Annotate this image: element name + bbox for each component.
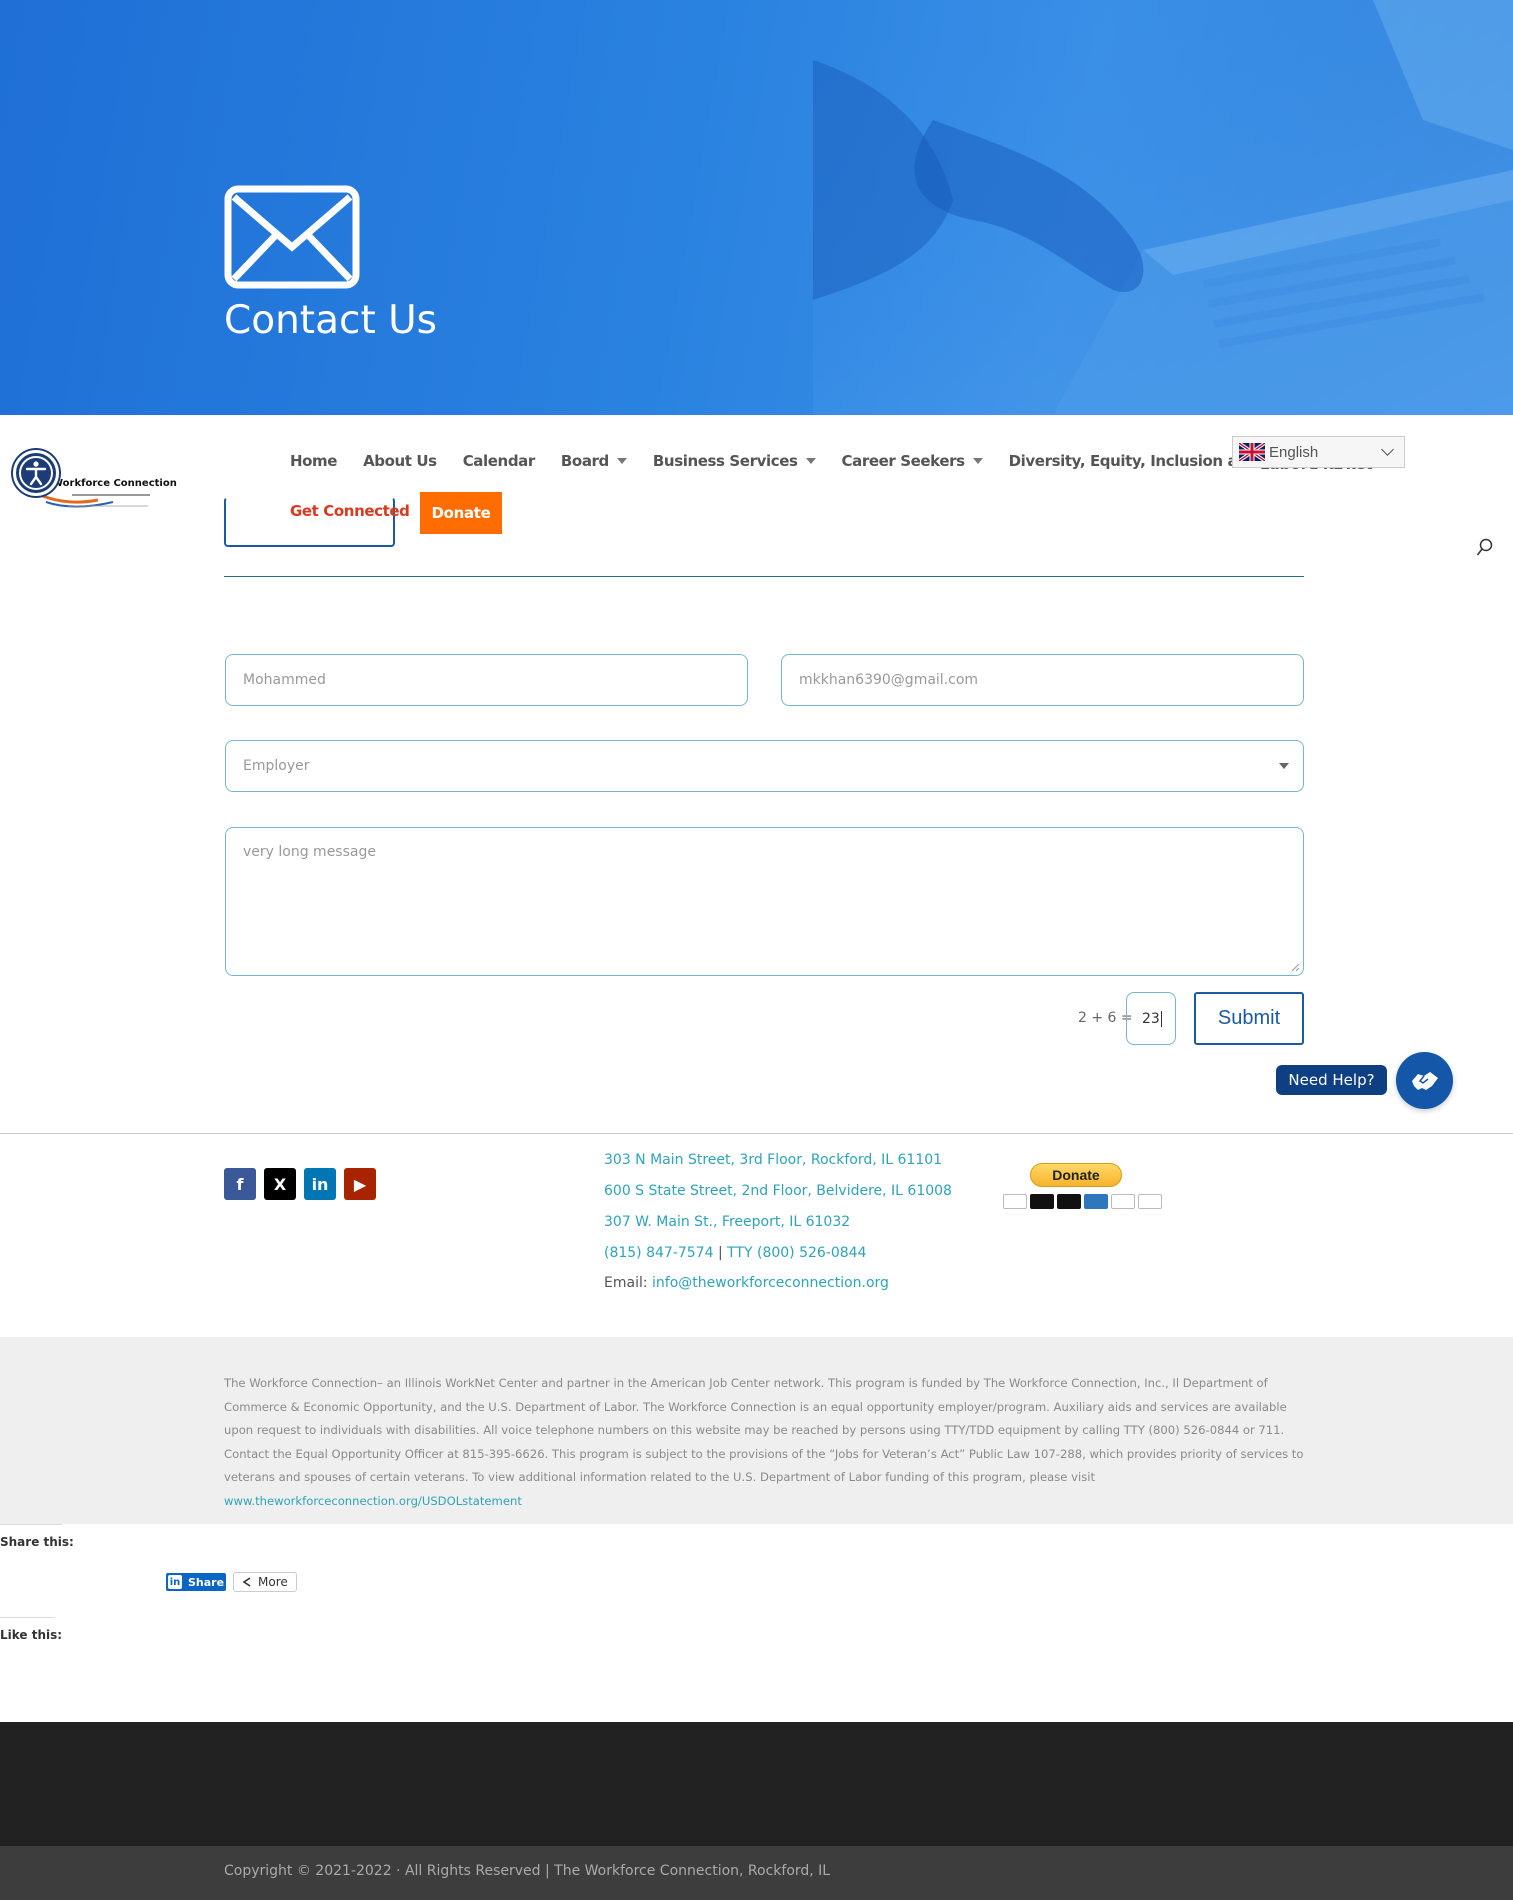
- nav-label: Business Services: [652, 452, 798, 470]
- submit-button[interactable]: Submit: [1194, 992, 1304, 1045]
- main-nav: Home About Us Calendar Board Business Se…: [290, 452, 1370, 470]
- help-chat-button[interactable]: [1396, 1052, 1453, 1109]
- notice-text: The Workforce Connection– an Illinois Wo…: [224, 1372, 1309, 1514]
- accessibility-icon[interactable]: [13, 450, 59, 496]
- nav-label: About Us: [363, 452, 437, 470]
- share-heading: Share this:: [0, 1535, 74, 1549]
- nav-item-about[interactable]: About Us: [363, 452, 437, 470]
- address-belvidere[interactable]: 600 S State Street, 2nd Floor, Belvidere…: [604, 1183, 952, 1199]
- tty-link[interactable]: TTY (800) 526-0844: [727, 1245, 866, 1261]
- linkedin-share-button[interactable]: in Share: [166, 1573, 226, 1591]
- copyright-text: Copyright © 2021-2022 · All Rights Reser…: [224, 1863, 831, 1879]
- unionpay-card-icon: [1138, 1194, 1162, 1209]
- usdol-statement-link[interactable]: www.theworkforceconnection.org/USDOLstat…: [224, 1494, 522, 1508]
- more-share-button[interactable]: More: [233, 1572, 297, 1592]
- tab-divider: [224, 576, 1304, 577]
- phone-line: (815) 847-7574 | TTY (800) 526-0844: [604, 1245, 866, 1261]
- handshake-icon: [1411, 1071, 1438, 1090]
- email-line: Email: info@theworkforceconnection.org: [604, 1275, 889, 1291]
- nav-item-calendar[interactable]: Calendar: [462, 452, 536, 470]
- nav-label: Career Seekers: [841, 452, 966, 470]
- phone-link[interactable]: (815) 847-7574: [604, 1245, 714, 1261]
- facebook-icon[interactable]: f: [224, 1168, 256, 1200]
- notice-body: The Workforce Connection– an Illinois Wo…: [224, 1376, 1304, 1485]
- captcha-input[interactable]: 23: [1126, 992, 1176, 1045]
- paypal-donate-button[interactable]: Donate: [1030, 1163, 1122, 1187]
- captcha-question: 2 + 6 =: [1078, 1010, 1133, 1026]
- name-field[interactable]: Mohammed: [225, 654, 748, 706]
- footer-divider: [0, 1133, 1513, 1134]
- address-rockford[interactable]: 303 N Main Street, 3rd Floor, Rockford, …: [604, 1152, 942, 1168]
- like-divider: [0, 1617, 55, 1618]
- employer-select[interactable]: Employer: [225, 740, 1304, 792]
- share-icon: [242, 1577, 251, 1587]
- caret-down-icon: [972, 458, 983, 464]
- caret-down-icon: [616, 458, 627, 464]
- nav-item-home[interactable]: Home: [290, 452, 337, 470]
- email-label: Email:: [604, 1275, 653, 1291]
- email-field[interactable]: mkkhan6390@gmail.com: [781, 654, 1304, 706]
- linkedin-icon[interactable]: in: [304, 1168, 336, 1200]
- discover-card-icon: [1111, 1194, 1135, 1209]
- text-cursor: [1160, 1010, 1162, 1027]
- maestro-card-icon: [1057, 1194, 1081, 1209]
- need-help-button[interactable]: Need Help?: [1276, 1065, 1387, 1095]
- linkedin-icon: in: [168, 1575, 182, 1589]
- envelope-icon: [224, 185, 360, 289]
- nav-label: Board: [560, 452, 609, 470]
- dropdown-arrow-icon: [1279, 763, 1289, 769]
- caret-down-icon: [805, 458, 816, 464]
- uk-flag-icon: [1239, 443, 1265, 461]
- nav-item-board[interactable]: Board: [561, 452, 627, 470]
- payment-cards: [1003, 1194, 1162, 1209]
- nav-item-business-services[interactable]: Business Services: [653, 452, 816, 470]
- hero-laptop-image: [813, 0, 1513, 415]
- email-link[interactable]: info@theworkforceconnection.org: [652, 1275, 889, 1291]
- captcha-value: 23: [1142, 1010, 1160, 1027]
- like-heading: Like this:: [0, 1628, 63, 1642]
- language-label: English: [1269, 443, 1319, 461]
- nav-item-career-seekers[interactable]: Career Seekers: [842, 452, 983, 470]
- share-divider: [0, 1524, 62, 1525]
- mastercard-icon: [1030, 1194, 1054, 1209]
- language-select[interactable]: English: [1232, 436, 1405, 468]
- youtube-icon[interactable]: ▶: [344, 1168, 376, 1200]
- share-label: Share: [188, 1575, 225, 1589]
- address-freeport[interactable]: 307 W. Main St., Freeport, IL 61032: [604, 1214, 850, 1230]
- nav-item-get-connected[interactable]: Get Connected: [290, 502, 410, 520]
- donate-button[interactable]: Donate: [420, 492, 502, 534]
- amex-card-icon: [1084, 1194, 1108, 1209]
- logo-text: Workforce Connection: [52, 478, 177, 489]
- name-value: Mohammed: [243, 672, 326, 688]
- hero-banner: Contact Us: [0, 0, 1513, 415]
- employer-value: Employer: [243, 758, 310, 774]
- more-label: More: [258, 1575, 288, 1589]
- resize-grip-icon[interactable]: [1291, 963, 1300, 972]
- phone-separator: |: [713, 1245, 728, 1261]
- message-value: very long message: [243, 844, 376, 860]
- visa-card-icon: [1003, 1194, 1027, 1209]
- nav-label: Calendar: [462, 452, 536, 470]
- search-icon[interactable]: [1476, 538, 1494, 558]
- x-twitter-icon[interactable]: X: [264, 1168, 296, 1200]
- nav-label: Home: [290, 452, 338, 470]
- chevron-down-icon: [1381, 443, 1394, 456]
- footer-widgets-area: [0, 1722, 1513, 1846]
- page-title: Contact Us: [224, 298, 437, 343]
- message-textarea[interactable]: very long message: [225, 827, 1304, 976]
- email-value: mkkhan6390@gmail.com: [799, 672, 979, 688]
